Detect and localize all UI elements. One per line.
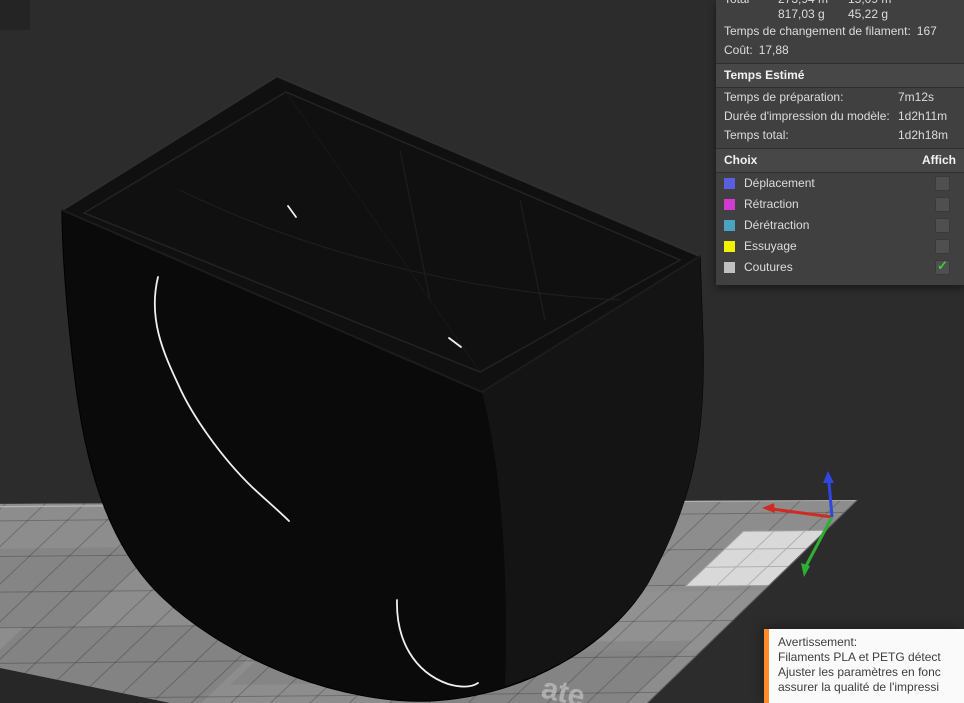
slice-stats-panel: Total 273,94 m 817,03 g 15,09 m 45,22 g … xyxy=(716,0,964,285)
viewport[interactable]: ate 817,03 g 45,22 g Temps de changement… xyxy=(0,0,964,703)
seams-visibility-checkbox[interactable] xyxy=(935,259,950,275)
total-values-all: 273,94 m 817,03 g xyxy=(778,0,848,22)
prep-time-row: Temps de préparation: 7m12s xyxy=(716,88,964,107)
model-print-time-row: Durée d'impression du modèle: 1d2h11m xyxy=(716,107,964,126)
unretraction-color-swatch xyxy=(724,220,735,231)
wipe-color-swatch xyxy=(724,241,735,252)
estimated-time-header: Temps Estimé xyxy=(716,63,964,88)
retraction-visibility-checkbox[interactable] xyxy=(935,197,950,212)
wipe-label: Essuyage xyxy=(744,239,797,253)
wipe-visibility-checkbox[interactable] xyxy=(935,239,950,254)
retraction-color-swatch xyxy=(724,199,735,210)
total-weight: 817,03 g xyxy=(778,7,825,21)
total-length: 273,94 m xyxy=(778,0,848,7)
estimated-time-title: Temps Estimé xyxy=(724,68,805,82)
cost-row: Coût: 17,88 xyxy=(716,41,964,60)
seams-label: Coutures xyxy=(744,260,793,274)
warning-toast: Avertissement: Filaments PLA et PETG dét… xyxy=(764,629,964,703)
legend-header: Choix Affich xyxy=(716,148,964,173)
warning-line: Ajuster les paramètres en fonc xyxy=(778,665,941,679)
model-print-time-label: Durée d'impression du modèle: xyxy=(724,109,890,123)
viewport-corner xyxy=(0,0,30,30)
legend-header-display: Affich xyxy=(922,153,956,167)
model-print-time-value: 1d2h11m xyxy=(898,109,948,123)
prep-time-label: Temps de préparation: xyxy=(724,90,844,104)
filament-change-row: Temps de changement de filament: 167 xyxy=(716,22,964,41)
legend-row-unretraction: Dérétraction xyxy=(716,215,964,236)
legend-row-wipe: Essuyage xyxy=(716,236,964,257)
total-values-model: 15,09 m 45,22 g xyxy=(848,0,918,22)
total-time-label: Temps total: xyxy=(724,128,789,142)
cost-label: Coût: xyxy=(724,43,753,57)
unretraction-label: Dérétraction xyxy=(744,218,810,232)
total-time-row: Temps total: 1d2h18m xyxy=(716,126,964,145)
model-length: 15,09 m xyxy=(848,0,918,7)
legend-header-choice: Choix xyxy=(724,153,758,167)
travel-visibility-checkbox[interactable] xyxy=(935,176,950,191)
total-time-value: 1d2h18m xyxy=(898,128,949,142)
filament-change-label: Temps de changement de filament: xyxy=(724,24,911,38)
total-row: Total 273,94 m 817,03 g 15,09 m 45,22 g xyxy=(716,0,964,22)
unretraction-visibility-checkbox[interactable] xyxy=(935,218,950,233)
warning-line: Filaments PLA et PETG détect xyxy=(778,650,941,664)
legend-row-travel: Déplacement xyxy=(716,173,964,194)
filament-change-value: 167 xyxy=(916,24,937,38)
seams-color-swatch xyxy=(724,262,735,273)
retraction-label: Rétraction xyxy=(744,197,799,211)
warning-title: Avertissement: xyxy=(778,635,858,649)
cost-value: 17,88 xyxy=(758,43,789,57)
total-label: Total xyxy=(724,0,778,22)
legend-row-retraction: Rétraction xyxy=(716,194,964,215)
travel-label: Déplacement xyxy=(744,176,815,190)
model-weight: 45,22 g xyxy=(848,7,889,21)
legend-row-seams: Coutures xyxy=(716,257,964,278)
warning-line: assurer la qualité de l'impressi xyxy=(778,680,940,694)
prep-time-value: 7m12s xyxy=(898,90,935,104)
travel-color-swatch xyxy=(724,178,735,189)
